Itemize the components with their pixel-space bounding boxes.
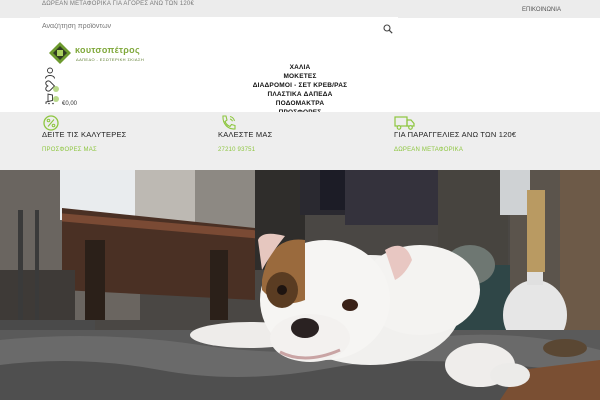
feature-call: ΚΑΛΕΣΤΕ ΜΑΣ 27210 93751: [218, 112, 398, 170]
feature-offers-link[interactable]: ΠΡΟΣΦΟΡΕΣ ΜΑΣ: [42, 147, 97, 153]
free-shipping-promo: ΔΩΡΕΑΝ ΜΕΤΑΦΟΡΙΚΑ ΓΙΑ ΑΓΟΡΕΣ ΑΝΩ ΤΩΝ 120…: [42, 1, 194, 7]
search-icon[interactable]: [383, 21, 393, 34]
hero-illustration: [0, 170, 600, 400]
feature-shipping: ΓΙΑ ΠΑΡΑΓΓΕΛΙΕΣ ΑΝΩ ΤΩΝ 120€ ΔΩΡΕΑΝ ΜΕΤΑ…: [394, 112, 574, 170]
cart-count-badge: [53, 96, 59, 102]
nav-item-runners[interactable]: ΔΙΑΔΡΟΜΟΙ - ΣΕΤ ΚΡΕΒ/ΡΑΣ: [225, 81, 375, 90]
contact-link[interactable]: ΕΠΙΚΟΙΝΩΝΙΑ: [522, 7, 561, 13]
search-input[interactable]: [42, 20, 362, 32]
logo-name: κουτσοπέτρος: [75, 45, 140, 55]
logo-mark-icon: [49, 42, 71, 64]
search-bar: [40, 17, 398, 35]
features-strip: ΔΕΙΤΕ ΤΙΣ ΚΑΛΥΤΕΡΕΣ ΠΡΟΣΦΟΡΕΣ ΜΑΣ ΚΑΛΕΣΤ…: [0, 112, 600, 170]
hero-banner-image: [0, 170, 600, 400]
nav-item-carpets[interactable]: ΜΟΚΕΤΕΣ: [225, 72, 375, 81]
phone-number-link[interactable]: 27210 93751: [218, 147, 255, 153]
nav-item-doormats[interactable]: ΠΟΔΟΜΑΚΤΡΑ: [225, 99, 375, 108]
cart-total[interactable]: €0,00: [62, 101, 77, 107]
feature-offers-title: ΔΕΙΤΕ ΤΙΣ ΚΑΛΥΤΕΡΕΣ: [42, 130, 127, 139]
feature-shipping-link[interactable]: ΔΩΡΕΑΝ ΜΕΤΑΦΟΡΙΚΑ: [394, 147, 463, 153]
feature-call-title: ΚΑΛΕΣΤΕ ΜΑΣ: [218, 130, 273, 139]
logo-tagline: ΔΑΠΕΔΟ - ΕΣΩΤΕΡΙΚΗ ΣΚΙΑΣΗ: [76, 57, 145, 62]
nav-item-vinyl-floors[interactable]: ΠΛΑΣΤΙΚΑ ΔΑΠΕΔΑ: [225, 90, 375, 99]
account-tools: €0,00: [44, 66, 84, 110]
nav-item-rugs[interactable]: ΧΑΛΙΑ: [225, 63, 375, 72]
site-logo[interactable]: κουτσοπέτρος ΔΑΠΕΔΟ - ΕΣΩΤΕΡΙΚΗ ΣΚΙΑΣΗ: [48, 41, 158, 65]
feature-shipping-title: ΓΙΑ ΠΑΡΑΓΓΕΛΙΕΣ ΑΝΩ ΤΩΝ 120€: [394, 130, 517, 139]
top-bar: ΔΩΡΕΑΝ ΜΕΤΑΦΟΡΙΚΑ ΓΙΑ ΑΓΟΡΕΣ ΑΝΩ ΤΩΝ 120…: [0, 0, 600, 18]
feature-offers: ΔΕΙΤΕ ΤΙΣ ΚΑΛΥΤΕΡΕΣ ΠΡΟΣΦΟΡΕΣ ΜΑΣ: [42, 112, 222, 170]
user-icon[interactable]: [44, 66, 56, 79]
main-nav: ΧΑΛΙΑ ΜΟΚΕΤΕΣ ΔΙΑΔΡΟΜΟΙ - ΣΕΤ ΚΡΕΒ/ΡΑΣ Π…: [225, 63, 375, 117]
